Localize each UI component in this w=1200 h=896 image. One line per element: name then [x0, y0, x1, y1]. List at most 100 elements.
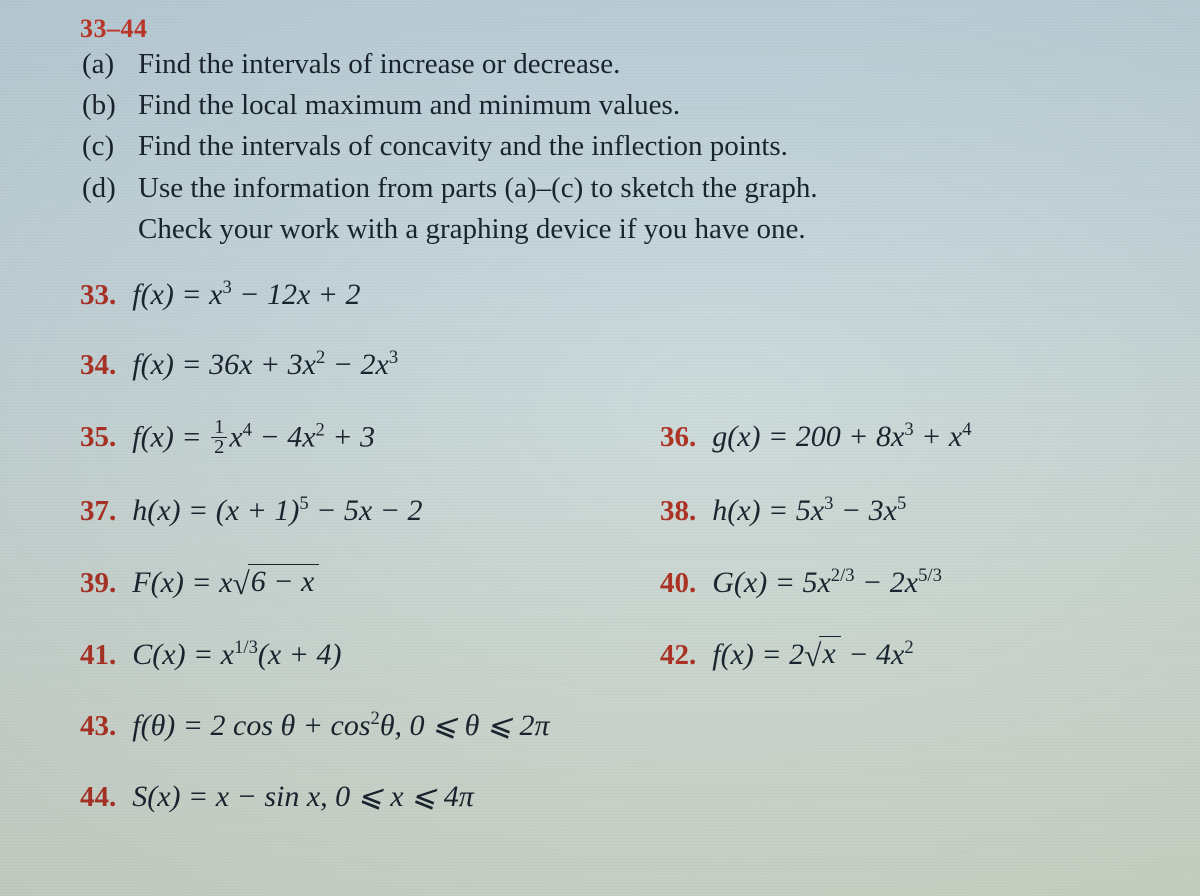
problem-row: 35. f(x) = 12x4 − 4x2 + 3 36. g(x) = 200…	[80, 418, 1140, 458]
fraction-half: 12	[211, 418, 227, 458]
problem-44: 44. S(x) = x − sin x, 0 ⩽ x ⩽ 4π	[80, 779, 474, 814]
expr-part: − 2x	[325, 348, 389, 381]
problem-number: 33.	[80, 279, 116, 312]
instruction-label: (d)	[82, 168, 128, 209]
square-root: √6 − x	[232, 564, 319, 600]
radical-icon: √	[232, 566, 249, 602]
problem-row: 39. F(x) = x√6 − x 40. G(x) = 5x2/3 − 2x…	[80, 564, 1140, 600]
exponent: 3	[904, 419, 913, 440]
problem-39: 39. F(x) = x√6 − x	[80, 564, 590, 600]
textbook-page: 33–44 (a) Find the intervals of increase…	[0, 0, 1200, 814]
exponent: 4	[243, 419, 252, 440]
expr-part: − 4x	[841, 638, 905, 671]
problem-number: 36.	[660, 421, 696, 454]
instruction-text: Find the intervals of concavity and the …	[138, 126, 788, 167]
problem-43: 43. f(θ) = 2 cos θ + cos2θ, 0 ⩽ θ ⩽ 2π	[80, 708, 550, 743]
instruction-label: (c)	[82, 126, 128, 167]
instruction-text: Use the information from parts (a)–(c) t…	[138, 168, 818, 209]
expr-part: + 3	[325, 420, 375, 453]
problem-row: 33. f(x) = x3 − 12x + 2	[80, 278, 1140, 312]
problem-36: 36. g(x) = 200 + 8x3 + x4	[660, 420, 972, 454]
problem-expression: f(x) = 2√x − 4x2	[712, 636, 913, 672]
expr-part: f(x) = 36x + 3x	[132, 348, 316, 381]
problem-list: 33. f(x) = x3 − 12x + 2 34. f(x) = 36x +…	[80, 278, 1140, 814]
expr-part: f(x) =	[132, 420, 209, 453]
fraction-num: 1	[211, 418, 227, 438]
expr-part: − 2x	[855, 566, 919, 599]
problem-row: 43. f(θ) = 2 cos θ + cos2θ, 0 ⩽ θ ⩽ 2π	[80, 708, 1140, 743]
problem-expression: h(x) = 5x3 − 3x5	[712, 494, 906, 528]
expr-part: C(x) = x	[132, 638, 234, 671]
exponent: 2	[316, 419, 325, 440]
exponent: 5/3	[918, 565, 942, 586]
problem-expression: F(x) = x√6 − x	[132, 564, 319, 600]
exponent: 5	[299, 493, 308, 514]
problem-expression: G(x) = 5x2/3 − 2x5/3	[712, 566, 942, 600]
expr-part: G(x) = 5x	[712, 566, 831, 599]
exponent: 3	[222, 277, 231, 298]
instruction-text: Find the intervals of increase or decrea…	[138, 44, 620, 85]
problem-38: 38. h(x) = 5x3 − 3x5	[660, 494, 906, 528]
expr-part: − 5x − 2	[309, 494, 423, 527]
problem-40: 40. G(x) = 5x2/3 − 2x5/3	[660, 566, 942, 600]
problem-42: 42. f(x) = 2√x − 4x2	[660, 636, 914, 672]
problem-number: 38.	[660, 495, 696, 528]
problem-number: 41.	[80, 639, 116, 672]
problem-37: 37. h(x) = (x + 1)5 − 5x − 2	[80, 494, 590, 528]
problem-row: 34. f(x) = 36x + 3x2 − 2x3	[80, 348, 1140, 382]
instruction-c: (c) Find the intervals of concavity and …	[82, 126, 1140, 167]
exponent: 1/3	[234, 637, 258, 658]
expr-part: f(x) =	[132, 278, 209, 311]
problem-expression: C(x) = x1/3(x + 4)	[132, 638, 341, 672]
exponent: 2/3	[831, 565, 855, 586]
problem-number: 35.	[80, 421, 116, 454]
expr-part: − 4x	[252, 420, 316, 453]
problem-number: 37.	[80, 495, 116, 528]
expr-part: S(x) = x − sin x, 0 ⩽ x ⩽ 4π	[132, 780, 474, 813]
problem-expression: f(x) = 12x4 − 4x2 + 3	[132, 418, 375, 458]
expr-part: g(x) = 200 + 8x	[712, 420, 904, 453]
problem-row: 41. C(x) = x1/3(x + 4) 42. f(x) = 2√x − …	[80, 636, 1140, 672]
problem-number: 34.	[80, 349, 116, 382]
problem-number: 40.	[660, 567, 696, 600]
problem-expression: g(x) = 200 + 8x3 + x4	[712, 420, 971, 454]
instructions-block: (a) Find the intervals of increase or de…	[80, 44, 1140, 250]
square-root: √x	[804, 636, 841, 672]
exponent: 4	[962, 419, 971, 440]
exponent: 2	[904, 637, 913, 658]
problem-range: 33–44	[80, 14, 1140, 44]
instruction-text: Find the local maximum and minimum value…	[138, 85, 680, 126]
expr-part: − 3x	[833, 494, 897, 527]
problem-expression: f(x) = 36x + 3x2 − 2x3	[132, 348, 398, 382]
problem-number: 42.	[660, 639, 696, 672]
exponent: 5	[897, 493, 906, 514]
exponent: 2	[371, 708, 380, 729]
exponent: 2	[316, 347, 325, 368]
exponent: 3	[824, 493, 833, 514]
radicand: x	[819, 636, 840, 672]
instruction-a: (a) Find the intervals of increase or de…	[82, 44, 1140, 85]
problem-row: 37. h(x) = (x + 1)5 − 5x − 2 38. h(x) = …	[80, 494, 1140, 528]
expr-part: F(x) = x	[132, 566, 232, 599]
problem-41: 41. C(x) = x1/3(x + 4)	[80, 638, 590, 672]
expr-part: (x + 4)	[258, 638, 342, 671]
problem-expression: S(x) = x − sin x, 0 ⩽ x ⩽ 4π	[132, 779, 474, 814]
problem-number: 44.	[80, 781, 116, 814]
problem-number: 43.	[80, 710, 116, 743]
expr-part: f(x) = 2	[712, 638, 804, 671]
instruction-d: (d) Use the information from parts (a)–(…	[82, 168, 1140, 209]
problem-expression: h(x) = (x + 1)5 − 5x − 2	[132, 494, 422, 528]
problem-expression: f(x) = x3 − 12x + 2	[132, 278, 360, 312]
expr-part: f(θ) = 2 cos θ + cos	[132, 709, 370, 742]
expr-part: − 12x + 2	[232, 278, 361, 311]
problem-33: 33. f(x) = x3 − 12x + 2	[80, 278, 590, 312]
problem-row: 44. S(x) = x − sin x, 0 ⩽ x ⩽ 4π	[80, 779, 1140, 814]
problem-expression: f(θ) = 2 cos θ + cos2θ, 0 ⩽ θ ⩽ 2π	[132, 708, 549, 743]
instruction-label: (b)	[82, 85, 128, 126]
instruction-label: (a)	[82, 44, 128, 85]
problem-number: 39.	[80, 567, 116, 600]
expr-part: + x	[914, 420, 963, 453]
problem-35: 35. f(x) = 12x4 − 4x2 + 3	[80, 418, 590, 458]
instruction-d-cont: Check your work with a graphing device i…	[82, 209, 1140, 250]
exponent: 3	[389, 347, 398, 368]
